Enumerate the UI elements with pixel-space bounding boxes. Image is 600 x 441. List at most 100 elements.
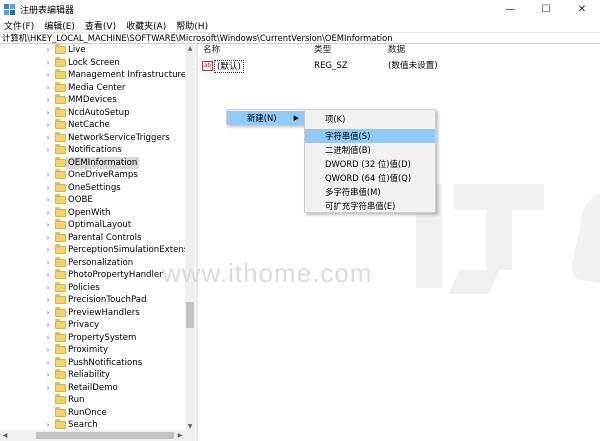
scroll-up-arrow-icon[interactable]: ▲ (185, 44, 195, 54)
tree-item[interactable]: › OptimalLayout (0, 219, 185, 232)
column-header-data[interactable]: 数据 (388, 44, 405, 57)
chevron-right-icon[interactable]: › (44, 321, 52, 329)
column-header-name[interactable]: 名称 (203, 44, 220, 57)
tree-item[interactable]: › OOBE (0, 194, 185, 207)
folder-icon (55, 194, 66, 204)
tree-item[interactable]: › PreviewHandlers (0, 306, 185, 320)
tree-item[interactable]: › PhotoPropertyHandler (0, 269, 185, 282)
chevron-right-icon[interactable]: › (44, 109, 52, 117)
tree-item[interactable]: › Personalization (0, 256, 185, 270)
menu-edit[interactable]: 编辑(E) (44, 19, 75, 32)
tree-item[interactable]: Run (0, 394, 185, 407)
chevron-right-icon[interactable]: › (44, 309, 52, 317)
values-pane[interactable]: 名称 类型 数据 ab (默认) REG_SZ (数值未设置) (198, 44, 600, 441)
tree-item[interactable]: › Parental Controls (0, 231, 185, 245)
chevron-right-icon[interactable]: › (44, 346, 52, 354)
tree-horizontal-scrollbar[interactable]: ◀ ▶ (0, 430, 195, 441)
tree-item[interactable]: › NetCache (0, 119, 185, 132)
tree-item[interactable]: › NetworkServiceTriggers (0, 131, 185, 145)
tree-item[interactable]: OEMInformation (0, 156, 185, 169)
tree-item[interactable]: › Reliability (0, 369, 185, 382)
chevron-right-icon[interactable]: › (44, 234, 52, 242)
chevron-right-icon[interactable]: › (44, 271, 52, 279)
tree-item-label: Privacy (68, 320, 100, 330)
chevron-right-icon[interactable]: › (44, 209, 52, 217)
tree-item[interactable]: › Live (0, 44, 185, 57)
folder-icon (55, 281, 66, 292)
tree-item[interactable]: › PrecisionTouchPad (0, 294, 185, 307)
tree-item[interactable]: › OneSettings (0, 181, 185, 195)
folder-icon (55, 181, 66, 192)
chevron-right-icon[interactable]: › (44, 96, 52, 104)
tree-item[interactable]: › NcdAutoSetup (0, 106, 185, 120)
chevron-right-icon[interactable]: › (44, 71, 52, 79)
chevron-right-icon[interactable]: › (44, 196, 52, 204)
maximize-button[interactable]: ☐ (528, 0, 564, 18)
column-header-type[interactable]: 类型 (314, 44, 331, 57)
scroll-right-arrow-icon[interactable]: ▶ (175, 430, 185, 441)
horizontal-scroll-thumb[interactable] (36, 432, 174, 439)
chevron-right-icon[interactable]: › (44, 246, 52, 254)
tree-item[interactable]: › Proximity (0, 344, 185, 357)
tree-item[interactable]: › MMDevices (0, 94, 185, 107)
string-value-icon: ab (202, 61, 213, 71)
submenu-item[interactable]: 多字符串值(M) (305, 185, 435, 199)
address-bar[interactable]: 计算机\HKEY_LOCAL_MACHINE\SOFTWARE\Microsof… (0, 32, 600, 44)
close-button[interactable]: ✕ (564, 0, 600, 18)
minimize-button[interactable]: — (492, 0, 528, 18)
menu-view[interactable]: 查看(V) (85, 19, 116, 32)
tree-item-label: MMDevices (68, 95, 117, 105)
chevron-right-icon[interactable]: › (44, 121, 52, 129)
chevron-right-icon[interactable]: › (44, 359, 52, 367)
tree-item[interactable]: › OpenWith (0, 206, 185, 220)
tree-vertical-scrollbar[interactable]: ▲ ▼ (185, 44, 195, 432)
chevron-right-icon[interactable]: › (44, 284, 52, 292)
menu-help[interactable]: 帮助(H) (176, 19, 208, 32)
chevron-right-icon[interactable]: › (44, 221, 52, 229)
chevron-right-icon[interactable]: › (44, 259, 52, 267)
submenu-item[interactable]: 项(K) (305, 112, 435, 126)
tree-item[interactable]: › Notifications (0, 144, 185, 157)
tree-item[interactable]: › OneDriveRamps (0, 169, 185, 182)
folder-icon (55, 156, 66, 167)
chevron-right-icon[interactable]: › (44, 171, 52, 179)
tree-item[interactable]: › Media Center (0, 81, 185, 95)
submenu-item[interactable]: DWORD (32 位)值(D) (305, 157, 435, 171)
menu-favorites[interactable]: 收藏夹(A) (126, 19, 166, 32)
chevron-right-icon[interactable]: › (44, 384, 52, 392)
value-row[interactable]: ab (默认) REG_SZ (数值未设置) (198, 60, 600, 73)
folder-icon (55, 169, 66, 179)
tree-item[interactable]: › Privacy (0, 319, 185, 332)
tree-item[interactable]: RunOnce (0, 406, 185, 420)
tree-item-label: Run (68, 395, 85, 405)
chevron-right-icon[interactable]: › (44, 84, 52, 92)
menu-file[interactable]: 文件(F) (4, 19, 34, 32)
submenu-item[interactable]: 二进制值(B) (305, 143, 435, 157)
context-menu-new[interactable]: 新建(N) ▶ (227, 111, 305, 125)
chevron-right-icon[interactable]: › (44, 296, 52, 304)
vertical-scroll-thumb[interactable] (186, 302, 194, 328)
tree-item[interactable]: › Policies (0, 281, 185, 295)
chevron-right-icon[interactable]: › (44, 184, 52, 192)
tree-item-label: PrecisionTouchPad (68, 295, 147, 305)
tree-item-label: RetailDemo (68, 382, 118, 393)
submenu-item[interactable]: 字符串值(S) (305, 129, 435, 143)
chevron-right-icon[interactable]: › (44, 59, 52, 67)
tree-item[interactable]: › PerceptionSimulationExtensions (0, 244, 195, 257)
chevron-right-icon[interactable]: › (44, 334, 52, 342)
folder-icon (55, 144, 66, 154)
chevron-right-icon[interactable]: › (44, 421, 52, 429)
tree-item[interactable]: › Management Infrastructure (0, 69, 186, 82)
chevron-right-icon[interactable]: › (44, 146, 52, 154)
tree-item-label: OOBE (68, 195, 93, 205)
submenu-item[interactable]: 可扩充字符串值(E) (305, 199, 435, 213)
tree-item[interactable]: › RetailDemo (0, 381, 185, 395)
scroll-left-arrow-icon[interactable]: ◀ (0, 430, 10, 441)
submenu-item[interactable]: QWORD (64 位)值(Q) (305, 171, 435, 185)
chevron-right-icon[interactable]: › (44, 134, 52, 142)
chevron-right-icon[interactable]: › (44, 371, 52, 379)
tree-item[interactable]: › Lock Screen (0, 56, 185, 70)
chevron-right-icon[interactable]: › (44, 46, 52, 54)
tree-item[interactable]: › PropertySystem (0, 331, 185, 345)
tree-item[interactable]: › PushNotifications (0, 356, 185, 370)
